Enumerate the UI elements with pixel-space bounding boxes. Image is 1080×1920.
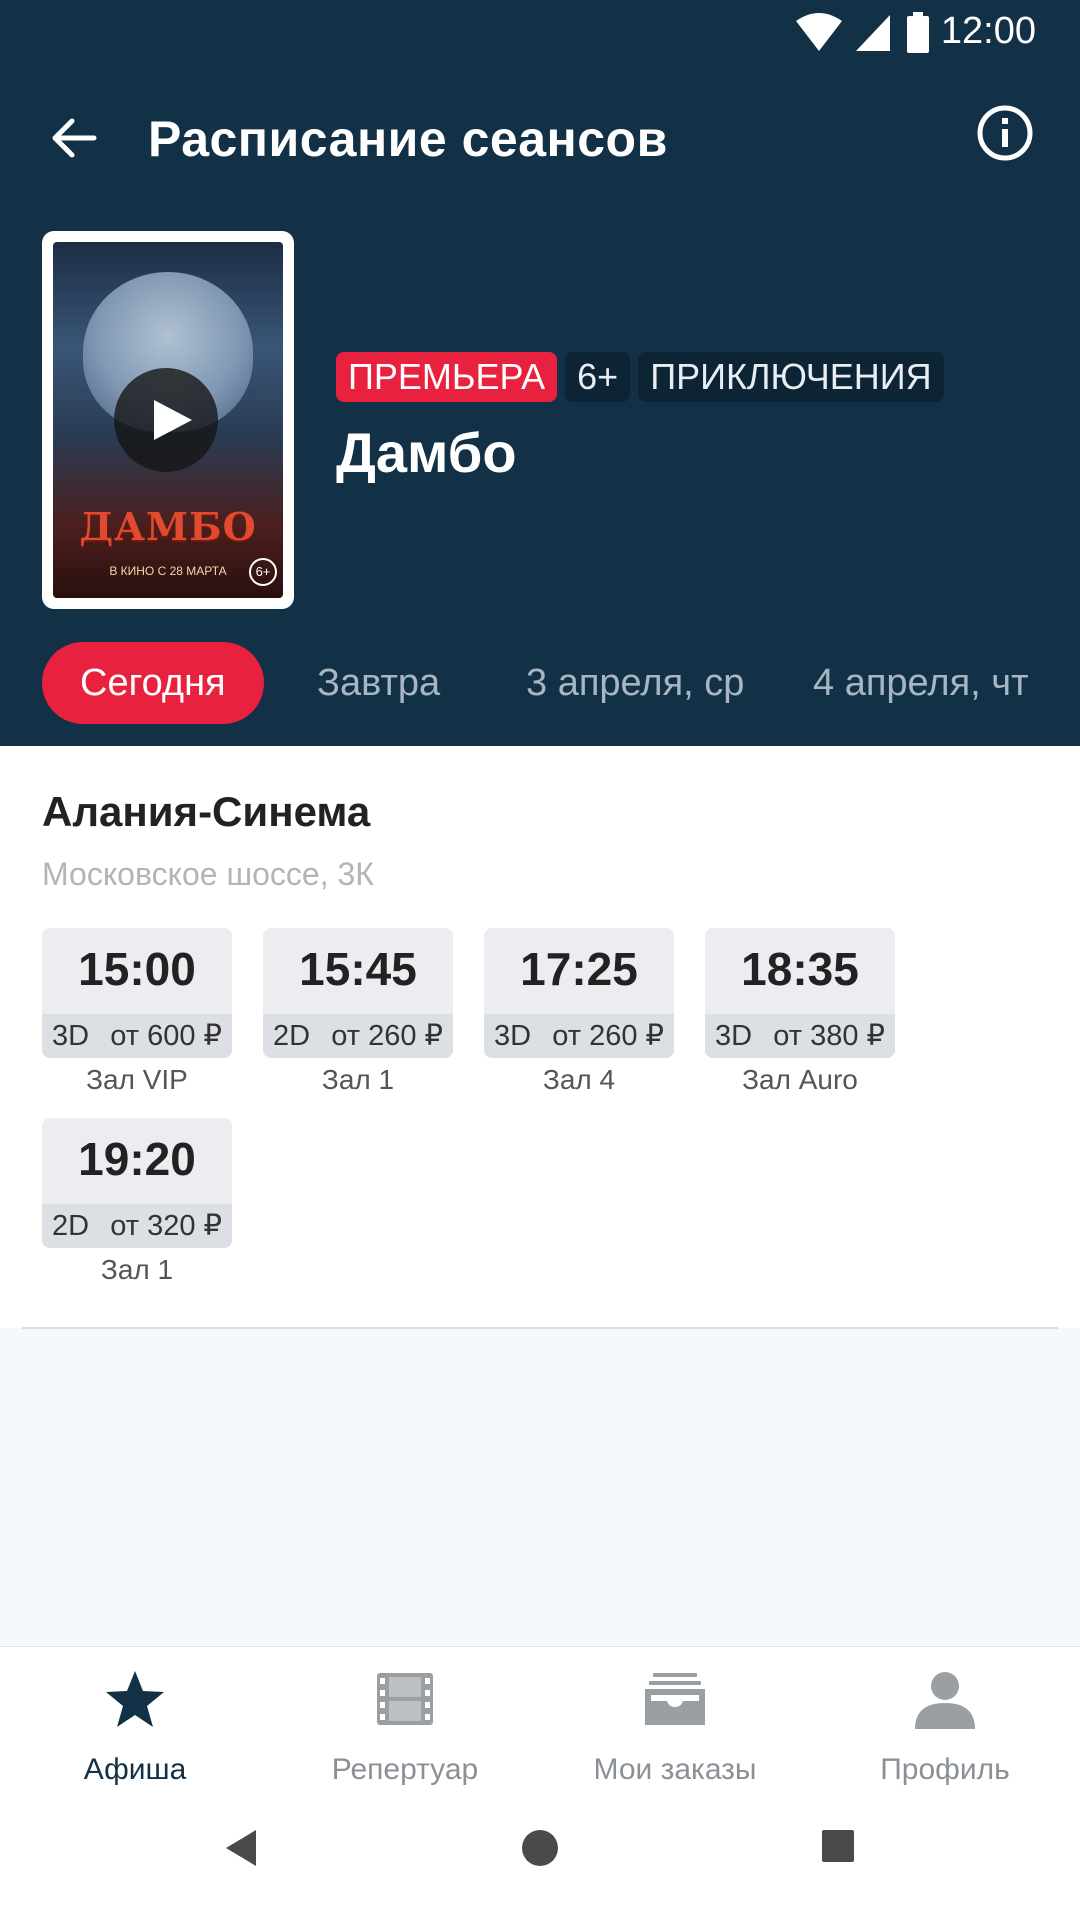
session-meta: 2D от 320 ₽ <box>42 1204 232 1248</box>
cinema-name[interactable]: Алания-Синема <box>42 788 370 836</box>
session-price: от 380 ₽ <box>773 1020 885 1052</box>
nav-label: Репертуар <box>331 1753 479 1786</box>
session-time: 15:00 <box>78 943 196 995</box>
nav-label: Мои заказы <box>593 1753 757 1786</box>
arrow-left-icon <box>52 118 97 158</box>
session-format: 3D <box>715 1020 753 1052</box>
session-price: от 260 ₽ <box>331 1020 443 1052</box>
battery-icon <box>906 12 930 59</box>
system-navigation-bar <box>0 1792 1080 1920</box>
session-slot[interactable]: 19:20 2D от 320 ₽ Зал 1 <box>42 1118 232 1285</box>
toolbar: Расписание сеансов <box>0 90 1080 186</box>
session-slot[interactable]: 18:35 3D от 380 ₽ Зал Auro <box>705 928 895 1095</box>
header: 12:00 Расписание сеансов ДАМБО В КИНО С … <box>0 0 1080 746</box>
wifi-icon <box>796 13 842 58</box>
nav-item-my-orders[interactable]: Мои заказы <box>540 1647 810 1793</box>
profile-icon <box>915 1672 975 1729</box>
info-button[interactable] <box>976 104 1034 162</box>
genre-badge: ПРИКЛЮЧЕНИЯ <box>638 352 944 402</box>
session-format: 3D <box>494 1020 532 1052</box>
film-icon <box>377 1673 433 1725</box>
status-time: 12:00 <box>940 10 1036 52</box>
cinema-address: Московское шоссе, 3К <box>42 856 374 892</box>
premiere-badge: ПРЕМЬЕРА <box>336 352 558 402</box>
session-price: от 600 ₽ <box>110 1020 222 1052</box>
nav-item-repertoire[interactable]: Репертуар <box>270 1647 540 1793</box>
movie-tags: ПРЕМЬЕРА 6+ ПРИКЛЮЧЕНИЯ <box>336 352 944 402</box>
session-card[interactable]: 18:35 3D от 380 ₽ <box>705 928 895 1058</box>
session-hall: Зал 1 <box>321 1064 395 1095</box>
session-format: 2D <box>52 1210 90 1242</box>
date-tab-today[interactable]: Сегодня <box>42 642 264 724</box>
session-meta: 3D от 380 ₽ <box>705 1014 895 1058</box>
star-icon <box>106 1671 164 1727</box>
back-button[interactable] <box>44 108 104 168</box>
session-price: от 320 ₽ <box>110 1210 222 1242</box>
page-title: Расписание сеансов <box>148 111 668 167</box>
date-tabs: Сегодня Завтра 3 апреля, ср 4 апреля, чт <box>0 642 1080 724</box>
system-home-icon[interactable] <box>520 1828 560 1868</box>
date-tab-tomorrow[interactable]: Завтра <box>317 642 440 724</box>
nav-item-profile[interactable]: Профиль <box>810 1647 1080 1793</box>
poster-title: ДАМБО <box>79 504 257 549</box>
poster-rating: 6+ <box>249 558 277 586</box>
session-time: 19:20 <box>78 1133 196 1185</box>
movie-title: Дамбо <box>336 421 517 484</box>
session-hall: Зал 1 <box>100 1254 174 1285</box>
session-card[interactable]: 17:25 3D от 260 ₽ <box>484 928 674 1058</box>
status-bar: 12:00 <box>0 0 1080 66</box>
signal-icon <box>856 13 892 58</box>
session-slot[interactable]: 17:25 3D от 260 ₽ Зал 4 <box>484 928 674 1095</box>
system-recents-icon[interactable] <box>820 1828 856 1864</box>
cinema-schedule: Алания-Синема Московское шоссе, 3К 15:00… <box>0 746 1080 1328</box>
session-meta: 3D от 260 ₽ <box>484 1014 674 1058</box>
nav-label: Афиша <box>83 1753 187 1786</box>
session-meta: 3D от 600 ₽ <box>42 1014 232 1058</box>
session-time: 15:45 <box>299 943 417 995</box>
date-tab-apr-4[interactable]: 4 апреля, чт <box>813 642 1028 724</box>
session-hall: Зал Auro <box>742 1064 858 1095</box>
session-time: 18:35 <box>741 943 859 995</box>
session-slot[interactable]: 15:45 2D от 260 ₽ Зал 1 <box>263 928 453 1095</box>
play-trailer-button[interactable] <box>114 368 218 472</box>
bottom-navigation: Афиша Репертуар Мои заказы Профиль <box>0 1646 1080 1792</box>
orders-icon <box>645 1673 705 1725</box>
session-card[interactable]: 19:20 2D от 320 ₽ <box>42 1118 232 1248</box>
session-time: 17:25 <box>520 943 638 995</box>
session-format: 3D <box>52 1020 90 1052</box>
nav-label: Профиль <box>880 1753 1010 1786</box>
system-back-icon[interactable] <box>224 1828 258 1868</box>
play-icon <box>154 400 192 440</box>
session-meta: 2D от 260 ₽ <box>263 1014 453 1058</box>
age-rating-badge: 6+ <box>565 352 631 402</box>
session-hall: Зал 4 <box>542 1064 616 1095</box>
nav-item-afisha[interactable]: Афиша <box>0 1647 270 1793</box>
session-format: 2D <box>273 1020 311 1052</box>
session-card[interactable]: 15:00 3D от 600 ₽ <box>42 928 232 1058</box>
date-tab-apr-3[interactable]: 3 апреля, ср <box>526 642 744 724</box>
session-price: от 260 ₽ <box>552 1020 664 1052</box>
section-divider <box>22 1327 1058 1329</box>
session-slot[interactable]: 15:00 3D от 600 ₽ Зал VIP <box>42 928 232 1095</box>
session-card[interactable]: 15:45 2D от 260 ₽ <box>263 928 453 1058</box>
session-hall: Зал VIP <box>86 1064 188 1095</box>
info-icon <box>977 105 1033 161</box>
